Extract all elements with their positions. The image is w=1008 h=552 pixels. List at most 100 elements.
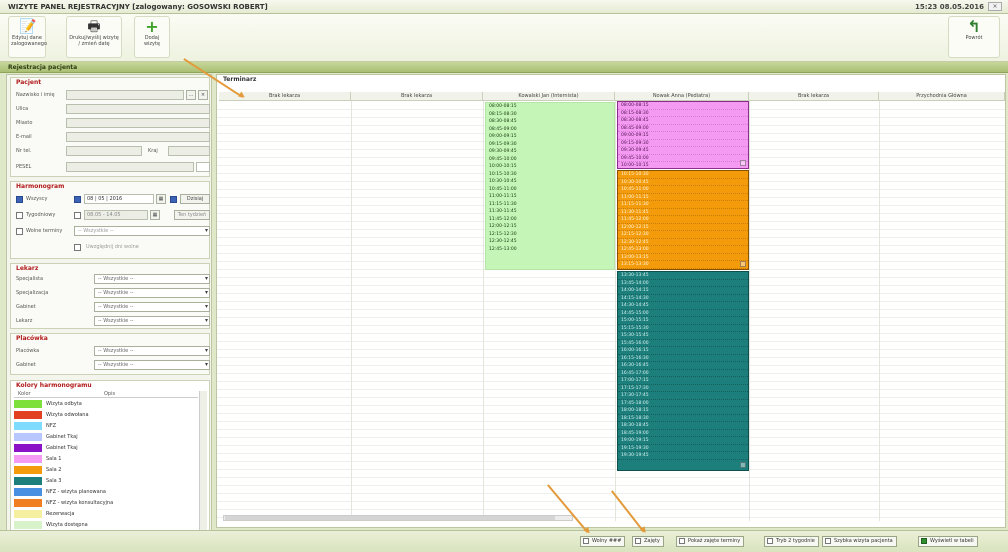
time-slot[interactable]: 09:00-09:15 bbox=[618, 132, 748, 140]
time-slot[interactable]: 08:15-08:30 bbox=[486, 111, 614, 119]
time-slot[interactable]: 14:00-14:15 bbox=[618, 287, 748, 295]
time-slot[interactable]: 08:30-08:45 bbox=[486, 118, 614, 126]
opt-week-checkbox[interactable] bbox=[16, 212, 23, 219]
column-header[interactable]: Brak lekarza bbox=[749, 92, 879, 101]
time-slot[interactable]: 09:45-10:00 bbox=[486, 156, 614, 164]
time-slot[interactable]: 16:00-16:15 bbox=[618, 347, 748, 355]
status-checkbox[interactable] bbox=[767, 538, 773, 544]
time-slot[interactable]: 11:00-11:15 bbox=[618, 194, 748, 201]
time-slot[interactable]: 11:30-11:45 bbox=[618, 209, 748, 216]
time-slot[interactable]: 14:45-15:00 bbox=[618, 310, 748, 317]
time-slot[interactable]: 19:30-19:45 bbox=[618, 452, 748, 460]
status-toggle-show-busy[interactable]: Pokaż zajęte terminy bbox=[676, 536, 745, 547]
column-header[interactable]: Nowak Anna (Pediatra) bbox=[615, 92, 749, 101]
filter-select[interactable]: -- Wszystkie -- bbox=[94, 288, 210, 298]
legend-scrollbar[interactable] bbox=[199, 391, 207, 539]
column-header[interactable]: Przychodnia Główna bbox=[879, 92, 1005, 101]
time-slot[interactable]: 10:30-10:45 bbox=[486, 178, 614, 186]
time-slot[interactable]: 15:15-15:30 bbox=[618, 325, 748, 332]
horizontal-scrollbar[interactable] bbox=[223, 515, 573, 521]
resize-handle-icon[interactable] bbox=[740, 462, 746, 468]
time-slot[interactable]: 08:00-08:15 bbox=[486, 103, 614, 111]
sala-3-slots[interactable]: 13:30-13:45 13:45-14:00 14:00-14:15 14:15-1… bbox=[617, 271, 749, 471]
city-input[interactable] bbox=[66, 118, 210, 128]
time-slot[interactable]: 13:45-14:00 bbox=[618, 280, 748, 287]
time-slot[interactable]: 17:15-17:30 bbox=[618, 385, 748, 392]
time-slot[interactable]: 17:30-17:45 bbox=[618, 392, 748, 400]
sala-1-slots[interactable]: 08:00-08:15 08:15-08:30 08:30-08:45 08:45-0… bbox=[617, 101, 749, 169]
street-input[interactable] bbox=[66, 104, 210, 114]
time-slot[interactable]: 14:15-14:30 bbox=[618, 295, 748, 302]
time-slot[interactable]: 17:45-18:00 bbox=[618, 400, 748, 407]
time-slot[interactable]: 16:45-17:00 bbox=[618, 370, 748, 377]
sala-2-slots[interactable]: 10:15-10:30 10:30-10:45 10:45-11:00 11:00-1… bbox=[617, 170, 749, 270]
time-slot[interactable]: 10:45-11:00 bbox=[486, 186, 614, 194]
time-slot[interactable]: 10:15-10:30 bbox=[486, 171, 614, 179]
time-slot[interactable]: 12:00-12:15 bbox=[618, 224, 748, 231]
time-slot[interactable]: 15:45-16:00 bbox=[618, 340, 748, 347]
time-slot[interactable]: 19:15-19:30 bbox=[618, 445, 748, 452]
time-slot[interactable]: 10:00-10:15 bbox=[486, 163, 614, 171]
time-slot[interactable]: 08:45-09:00 bbox=[486, 126, 614, 134]
pesel-input[interactable] bbox=[66, 162, 194, 172]
time-slot[interactable]: 10:30-10:45 bbox=[618, 179, 748, 186]
time-slot[interactable]: 12:30-12:45 bbox=[618, 239, 748, 246]
time-slot[interactable]: 10:00-10:15 bbox=[618, 162, 748, 168]
time-slot[interactable]: 12:45-13:00 bbox=[618, 246, 748, 254]
status-toggle-table[interactable]: Wyświetl w tabeli bbox=[918, 536, 978, 547]
extra-checkbox[interactable] bbox=[74, 244, 81, 251]
status-toggle-quick-visit[interactable]: Szybka wizyta pacjenta bbox=[822, 536, 897, 547]
time-slot[interactable]: 11:45-12:00 bbox=[486, 216, 614, 224]
time-slot[interactable]: 09:30-09:45 bbox=[486, 148, 614, 156]
time-slot[interactable]: 15:30-15:45 bbox=[618, 332, 748, 340]
time-slot[interactable]: 08:30-08:45 bbox=[618, 117, 748, 125]
time-slot[interactable]: 12:00-12:15 bbox=[486, 223, 614, 231]
status-checkbox[interactable] bbox=[635, 538, 641, 544]
column-header[interactable]: Kowalski Jan (Internista) bbox=[483, 92, 615, 101]
time-slot[interactable]: 09:00-09:15 bbox=[486, 133, 614, 141]
date-checkbox[interactable] bbox=[74, 196, 81, 203]
time-slot[interactable]: 12:15-12:30 bbox=[618, 231, 748, 239]
week-range-input[interactable]: 08.05 - 14.05 bbox=[84, 210, 148, 220]
time-slot[interactable]: 08:00-08:15 bbox=[618, 102, 748, 110]
today-checkbox[interactable] bbox=[170, 196, 177, 203]
time-slot[interactable]: 09:15-09:30 bbox=[486, 141, 614, 149]
location-select[interactable]: -- Wszystkie -- bbox=[94, 346, 210, 356]
week-calendar-icon[interactable]: ▦ bbox=[150, 210, 160, 220]
country-input[interactable] bbox=[168, 146, 210, 156]
today-button[interactable]: Dzisiaj bbox=[180, 194, 210, 204]
edit-user-button[interactable]: 📝 Edytuj dane zalogowanego bbox=[8, 16, 47, 58]
filter-select[interactable]: -- Wszystkie -- bbox=[94, 316, 210, 326]
time-slot[interactable]: 13:00-13:15 bbox=[618, 254, 748, 261]
time-slot[interactable]: 09:30-09:45 bbox=[618, 147, 748, 155]
doctor-free-slots[interactable]: 08:00-08:15 08:15-08:30 08:30-08:45 08:45-0… bbox=[485, 102, 615, 270]
time-slot[interactable]: 09:45-10:00 bbox=[618, 155, 748, 162]
opt-all-checkbox[interactable] bbox=[16, 196, 23, 203]
filter-select[interactable]: -- Wszystkie -- bbox=[94, 274, 210, 284]
time-slot[interactable]: 18:45-19:00 bbox=[618, 430, 748, 437]
time-slot[interactable]: 18:00-18:15 bbox=[618, 407, 748, 415]
column-header[interactable]: Brak lekarza bbox=[351, 92, 483, 101]
status-checkbox[interactable] bbox=[583, 538, 589, 544]
status-toggle-two-weeks[interactable]: Tryb 2 tygodnie bbox=[764, 536, 819, 547]
time-slot[interactable]: 16:15-16:30 bbox=[618, 355, 748, 362]
resize-handle-icon[interactable] bbox=[740, 160, 746, 166]
back-button[interactable]: ↰ Powrót bbox=[948, 16, 1000, 58]
filter-select[interactable]: -- Wszystkie -- bbox=[94, 302, 210, 312]
status-checkbox[interactable] bbox=[825, 538, 831, 544]
time-slot[interactable]: 08:15-08:30 bbox=[618, 110, 748, 117]
status-toggle-free[interactable]: Wolny ### bbox=[580, 536, 626, 547]
time-slot[interactable]: 09:15-09:30 bbox=[618, 140, 748, 147]
search-patient-button[interactable]: … bbox=[186, 90, 196, 100]
status-toggle-busy[interactable]: Zajęty bbox=[632, 536, 664, 547]
clear-patient-button[interactable]: × bbox=[198, 90, 208, 100]
time-slot[interactable]: 13:30-13:45 bbox=[618, 272, 748, 280]
this-week-button[interactable]: Ten tydzień bbox=[174, 210, 210, 220]
close-window-button[interactable]: × bbox=[988, 2, 1002, 11]
time-slot[interactable]: 15:00-15:15 bbox=[618, 317, 748, 325]
status-checkbox[interactable] bbox=[679, 538, 685, 544]
date-from-input[interactable]: 08 | 05 | 2016 bbox=[84, 194, 154, 204]
calendar-icon[interactable]: ▦ bbox=[156, 194, 166, 204]
add-visit-button[interactable]: + Dodaj wizytę bbox=[134, 16, 170, 58]
time-slot[interactable]: 17:00-17:15 bbox=[618, 377, 748, 385]
